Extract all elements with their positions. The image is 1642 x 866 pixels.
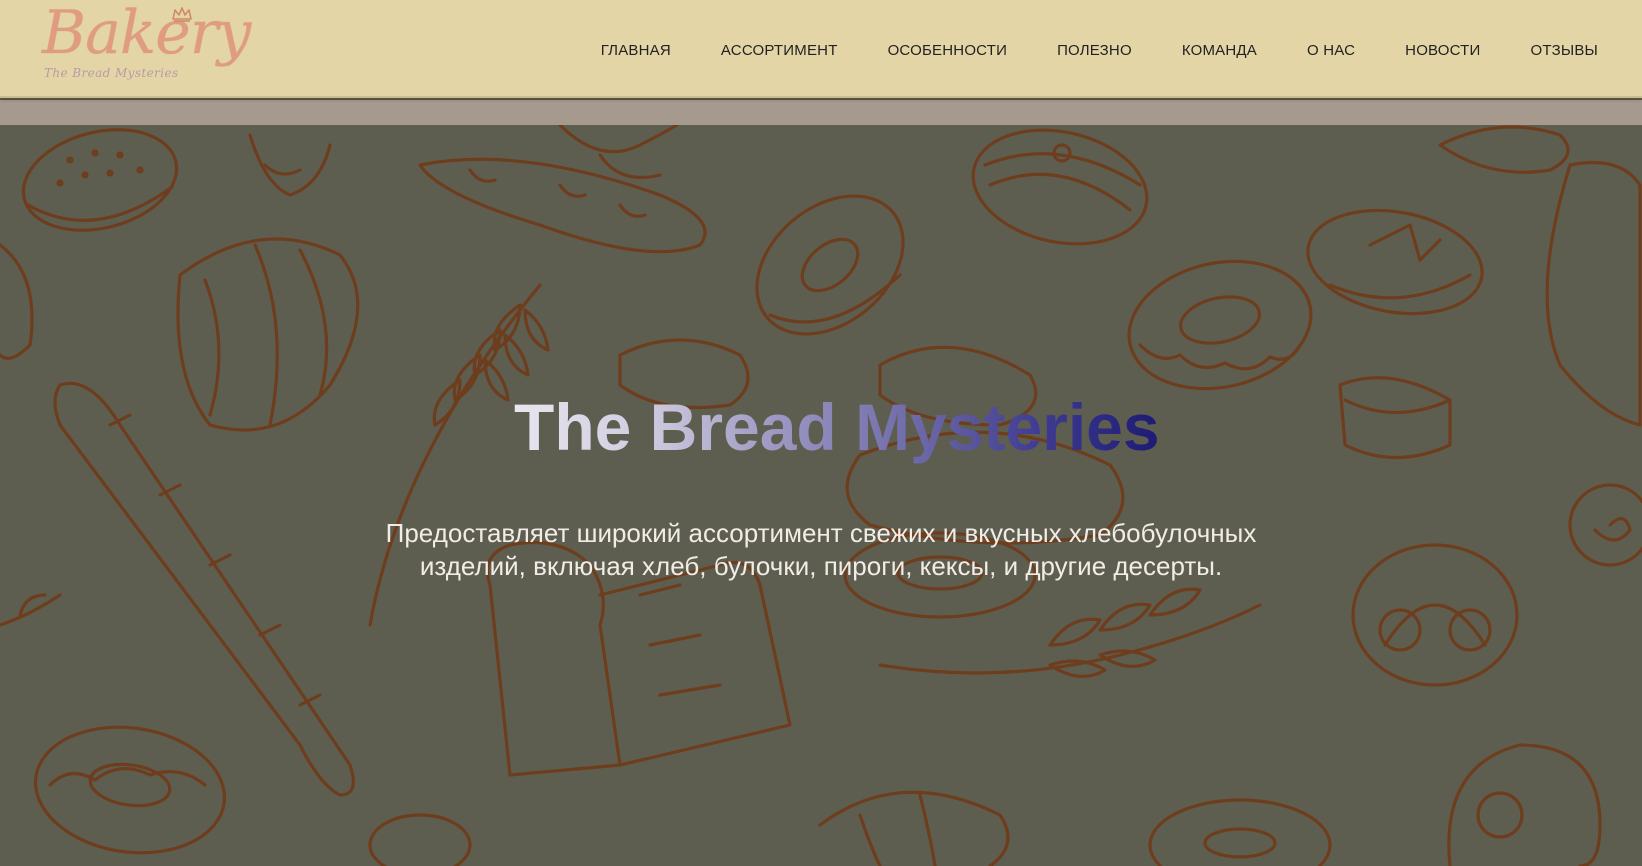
crown-icon <box>172 7 192 22</box>
baguette-doodle <box>53 381 355 797</box>
iced-donut-doodle <box>1127 259 1313 391</box>
header-divider-band <box>0 100 1642 125</box>
edge-loaf-doodle <box>1545 161 1642 427</box>
nav-features[interactable]: ОСОБЕННОСТИ <box>888 42 1008 59</box>
logo-tagline: The Bread Mysteries <box>44 66 179 80</box>
croissant-doodle <box>248 133 332 197</box>
main-nav: ГЛАВНАЯ АССОРТИМЕНТ ОСОБЕННОСТИ ПОЛЕЗНО … <box>601 0 1598 100</box>
nav-team[interactable]: КОМАНДА <box>1182 42 1257 59</box>
pretzel-doodle <box>1351 543 1519 687</box>
nav-assortment[interactable]: АССОРТИМЕНТ <box>721 42 838 59</box>
edge-swirl-doodle <box>1568 483 1642 567</box>
nav-useful[interactable]: ПОЛЕЗНО <box>1057 42 1132 59</box>
nav-about[interactable]: О НАС <box>1307 42 1355 59</box>
bottom-left-bun-doodle <box>368 813 472 866</box>
hero-subtitle: Предоставляет широкий ассортимент свежих… <box>385 518 1257 581</box>
edge-pretzel-doodle <box>0 243 34 360</box>
nav-reviews[interactable]: ОТЗЫВЫ <box>1531 42 1598 59</box>
top-croissant-doodle <box>1438 125 1570 174</box>
nav-news[interactable]: НОВОСТИ <box>1405 42 1480 59</box>
bakery-logo[interactable]: Bakery The Bread Mysteries <box>36 0 251 86</box>
bread-roll-doodle <box>558 125 680 180</box>
bun-doodle <box>21 128 179 232</box>
bottom-bun-doodle <box>818 790 1010 866</box>
hero-section: The Bread Mysteries Предоставляет широки… <box>0 125 1642 866</box>
swirl-bun-doodle <box>971 128 1149 246</box>
small-loaf-doodle <box>1338 376 1452 459</box>
big-croissant-doodle <box>176 237 360 432</box>
bottom-right-pretzel-doodle <box>1447 743 1602 866</box>
nav-home[interactable]: ГЛАВНАЯ <box>601 42 671 59</box>
round-loaf-doodle <box>1306 208 1484 316</box>
logo-wordmark: Bakery <box>42 0 251 68</box>
bakery-doodle-pattern <box>0 125 1642 866</box>
left-wheat-doodle <box>0 593 62 627</box>
hero-title: The Bread Mysteries <box>514 387 1160 467</box>
bottom-left-donut-doodle <box>33 725 227 855</box>
hero-title-wrap: The Bread Mysteries <box>514 387 1160 467</box>
bottom-right-donut-doodle <box>1148 798 1332 866</box>
bagel-doodle <box>755 194 905 336</box>
loaf-doodle <box>418 157 707 254</box>
site-header: Bakery The Bread Mysteries ГЛАВНАЯ АССОР… <box>0 0 1642 98</box>
wheat-bottom-doodle <box>878 587 1262 678</box>
